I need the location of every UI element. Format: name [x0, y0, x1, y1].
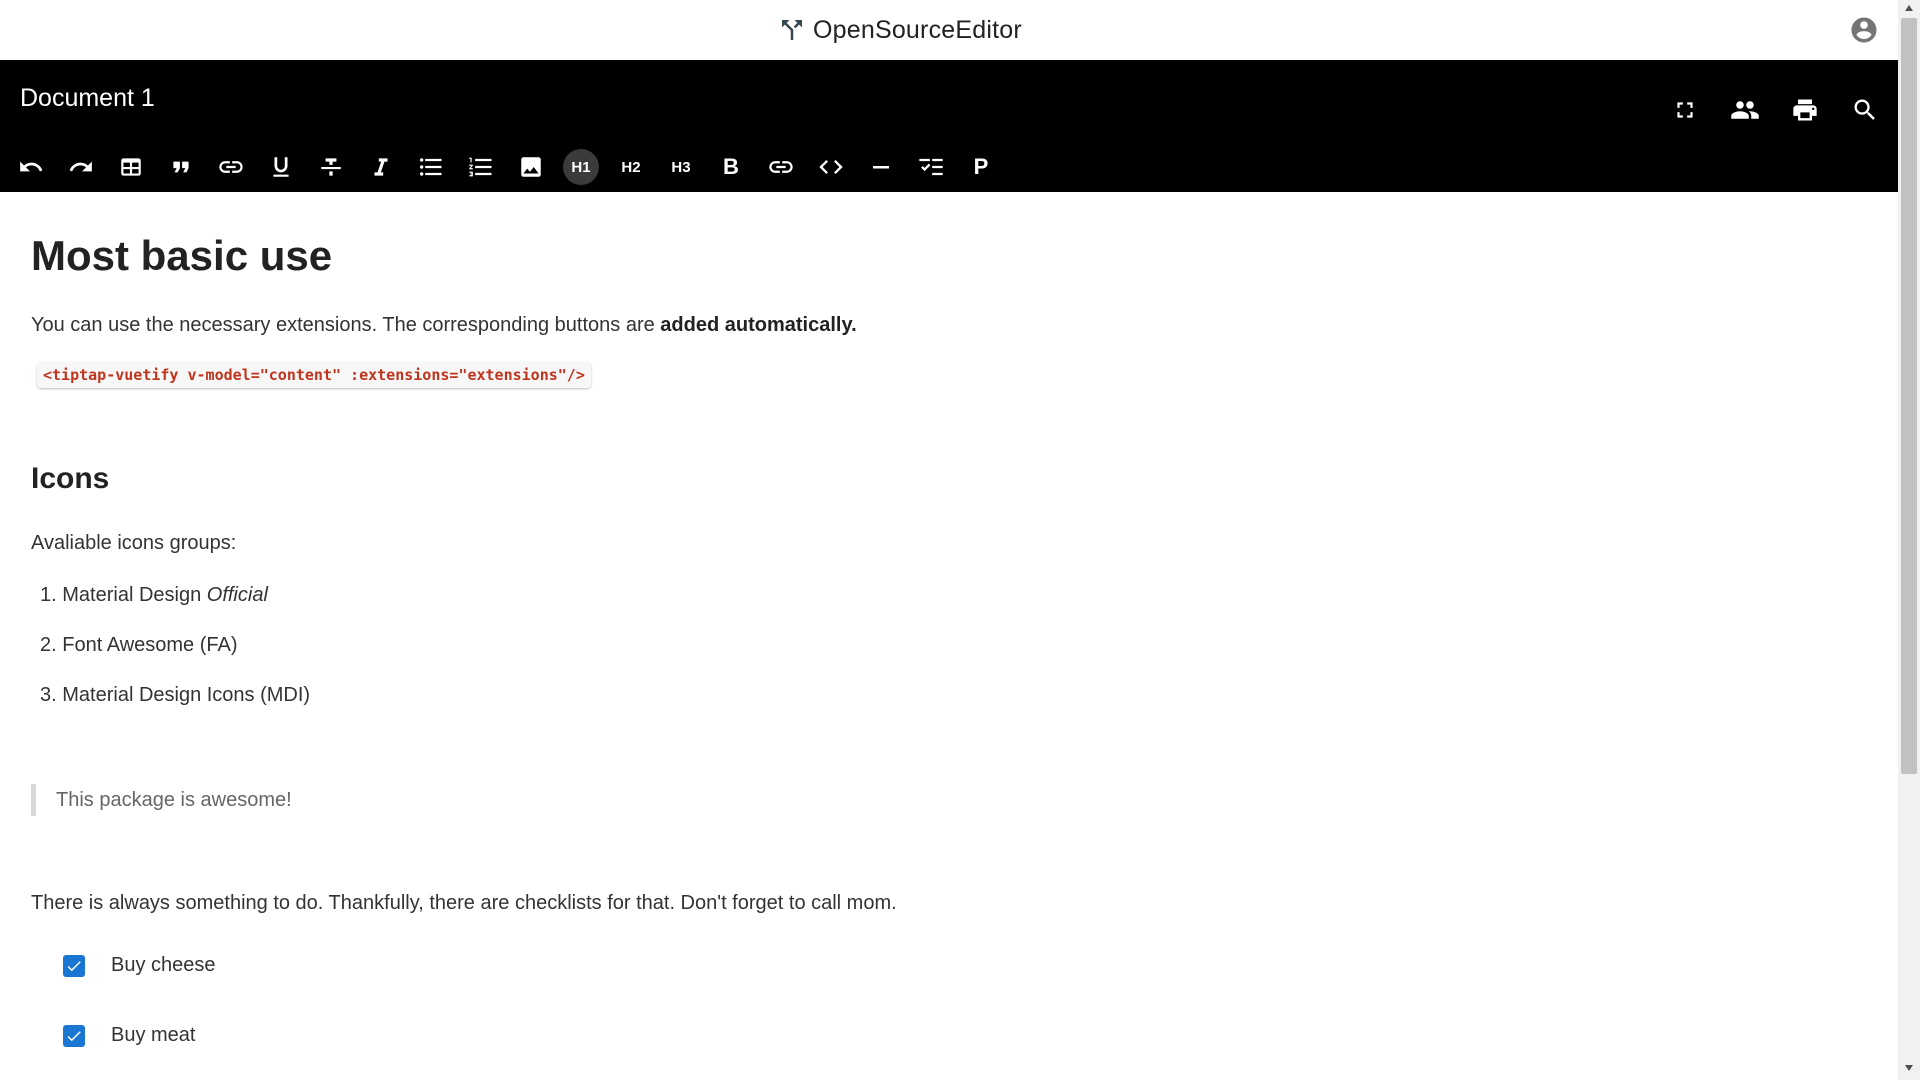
task-label: Buy meat — [111, 1024, 196, 1046]
list-item: 3. Material Design Icons (MDI) — [40, 682, 310, 732]
list-item-text: Material Design Icons (MDI) — [62, 684, 311, 706]
strikethrough-icon — [318, 154, 344, 180]
fork-icon — [777, 14, 807, 46]
heading-icons: Icons — [31, 462, 110, 495]
task-label: Buy cheese — [111, 954, 216, 976]
list-number: 1. — [40, 584, 57, 606]
task-checkbox[interactable] — [63, 954, 85, 977]
heading3-label: H3 — [671, 158, 691, 176]
link-icon — [217, 153, 245, 181]
check-icon — [65, 1027, 83, 1045]
underline-button[interactable] — [256, 142, 306, 192]
collaborators-button[interactable] — [1715, 82, 1775, 138]
heading2-label: H2 — [621, 158, 641, 176]
underline-icon — [268, 154, 294, 180]
brand-name: OpenSourceEditor — [813, 15, 1022, 44]
list-item: 1. Material Design Official — [40, 582, 310, 632]
list-item-italic: Official — [206, 584, 268, 606]
list-item-text: Font Awesome (FA) — [62, 634, 238, 656]
search-icon — [1851, 96, 1879, 124]
undo-button[interactable] — [6, 142, 56, 192]
intro-bold-text: added automatically. — [660, 314, 857, 336]
fullscreen-button[interactable] — [1655, 82, 1715, 138]
redo-icon — [68, 154, 94, 180]
italic-button[interactable] — [356, 142, 406, 192]
app-bar: OpenSourceEditor — [0, 0, 1898, 61]
undo-icon — [18, 154, 44, 180]
horizontal-rule-icon — [869, 155, 893, 179]
check-icon — [65, 957, 83, 975]
scrollbar-thumb[interactable] — [1901, 18, 1917, 774]
redo-button[interactable] — [56, 142, 106, 192]
heading2-button[interactable]: H2 — [606, 142, 656, 192]
paragraph-label: P — [973, 154, 989, 179]
document-header: Document 1 H1 H2 H3 B P — [0, 60, 1898, 192]
account-icon[interactable] — [1849, 15, 1879, 45]
search-button[interactable] — [1835, 82, 1895, 138]
code-snippet: <tiptap-vuetify v-model="content" :exten… — [37, 362, 591, 388]
heading3-button[interactable]: H3 — [656, 142, 706, 192]
strikethrough-button[interactable] — [306, 142, 356, 192]
checklist-icon — [917, 153, 945, 181]
image-button[interactable] — [506, 142, 556, 192]
icon-groups-list: 1. Material Design Official 2. Font Awes… — [40, 582, 310, 732]
editor-content[interactable]: Most basic use You can use the necessary… — [0, 192, 1898, 1080]
list-item-text: Material Design — [62, 584, 207, 606]
bullet-list-icon — [417, 153, 445, 181]
scroll-up-arrow-icon[interactable] — [1904, 4, 1914, 12]
collaborators-icon — [1730, 95, 1760, 125]
document-title: Document 1 — [20, 84, 155, 112]
link-button[interactable] — [206, 142, 256, 192]
task-item: Buy cheese — [63, 954, 216, 977]
intro-text: You can use the necessary extensions. Th… — [31, 314, 661, 336]
link-icon — [767, 153, 795, 181]
heading-most-basic-use: Most basic use — [31, 232, 333, 279]
ordered-list-icon — [467, 153, 495, 181]
list-number: 3. — [40, 684, 57, 706]
heading1-button[interactable]: H1 — [556, 142, 606, 192]
quote-icon — [168, 154, 194, 180]
horizontal-rule-button[interactable] — [856, 142, 906, 192]
italic-icon — [368, 154, 394, 180]
table-button[interactable] — [106, 142, 156, 192]
checklist-button[interactable] — [906, 142, 956, 192]
blockquote: This package is awesome! — [31, 784, 292, 816]
paragraph-button[interactable]: P — [956, 142, 1006, 192]
blockquote-button[interactable] — [156, 142, 206, 192]
checklist-intro-text: There is always something to do. Thankfu… — [31, 892, 897, 914]
icons-intro-text: Avaliable icons groups: — [31, 532, 237, 554]
print-icon — [1791, 96, 1819, 124]
table-icon — [118, 154, 144, 180]
task-item: Buy meat — [63, 1024, 195, 1047]
list-item: 2. Font Awesome (FA) — [40, 632, 310, 682]
vertical-scrollbar[interactable] — [1898, 0, 1920, 1080]
brand[interactable]: OpenSourceEditor — [777, 12, 1022, 48]
code-icon — [817, 153, 845, 181]
scroll-down-arrow-icon[interactable] — [1904, 1064, 1914, 1072]
list-number: 2. — [40, 634, 57, 656]
active-indicator: H1 — [563, 149, 599, 185]
link-button-2[interactable] — [756, 142, 806, 192]
task-checkbox[interactable] — [63, 1024, 85, 1047]
bold-button[interactable]: B — [706, 142, 756, 192]
code-button[interactable] — [806, 142, 856, 192]
fullscreen-icon — [1672, 97, 1698, 123]
editor-toolbar: H1 H2 H3 B P — [0, 142, 1006, 192]
bullet-list-button[interactable] — [406, 142, 456, 192]
image-icon — [518, 154, 544, 180]
heading1-label: H1 — [571, 158, 591, 176]
intro-paragraph: You can use the necessary extensions. Th… — [31, 314, 857, 337]
header-actions — [1655, 82, 1895, 138]
ordered-list-button[interactable] — [456, 142, 506, 192]
print-button[interactable] — [1775, 82, 1835, 138]
bold-label: B — [723, 154, 739, 179]
